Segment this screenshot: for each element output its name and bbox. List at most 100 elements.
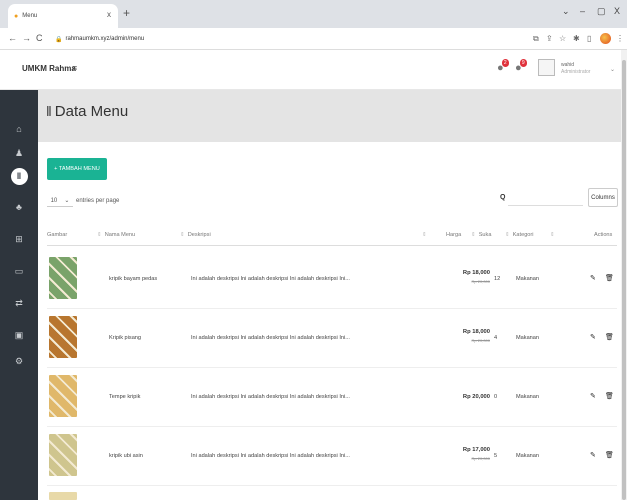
- col-nama-menu[interactable]: ⇕ Nama Menu: [97, 232, 135, 238]
- table-header: Gambar ⇕ Nama Menu ⇕ Deskripsi ⇕ Harga ⇕ Su…: [47, 226, 617, 246]
- col-gambar[interactable]: Gambar: [47, 232, 67, 238]
- sidebar-menu-icon[interactable]: ǁ: [0, 168, 38, 185]
- sidebar-image-icon[interactable]: ▣: [0, 330, 38, 341]
- favicon-icon: ●: [14, 12, 19, 20]
- hamburger-menu-icon[interactable]: ≡: [72, 63, 77, 73]
- tab-close-icon[interactable]: x: [107, 10, 111, 19]
- menu-price: Rp 20,000: [430, 394, 490, 403]
- delete-trash-icon[interactable]: 🗑: [605, 274, 614, 282]
- sidebar-user-icon[interactable]: ♟: [0, 148, 38, 159]
- page-title: ǁ Data Menu: [46, 103, 129, 120]
- edit-pencil-icon[interactable]: ✎: [590, 392, 596, 400]
- menu-name: Tempe kripik: [109, 394, 141, 400]
- back-arrow-icon[interactable]: ←: [8, 33, 17, 43]
- sidebar-transfer-icon[interactable]: ⇄: [0, 298, 38, 309]
- price-original: Rp 20,000: [471, 279, 490, 284]
- price-original: Rp 20,000: [471, 456, 490, 461]
- menu-name: Kripik pisang: [109, 335, 142, 341]
- alert-icon[interactable]: ● 9: [515, 59, 527, 74]
- price-current: Rp 20,000: [462, 394, 490, 400]
- alert-badge: 9: [519, 59, 527, 67]
- delete-trash-icon[interactable]: 🗑: [605, 451, 614, 459]
- sidebar-users-icon[interactable]: ♣: [0, 202, 38, 212]
- sidebar-payment-icon[interactable]: ▭: [0, 266, 38, 277]
- utensils-icon: ǁ: [46, 103, 52, 119]
- menu-category: Makanan: [516, 335, 540, 341]
- col-sort-spacer: ⇕: [422, 232, 427, 238]
- notification-bell-icon[interactable]: ● 2: [497, 59, 509, 74]
- menu-description: Ini adalah deskripsi Ini adalah deskrips…: [191, 453, 350, 459]
- col-actions: Actions: [594, 232, 613, 238]
- lock-icon: 🔒: [55, 36, 63, 43]
- menu-price: Rp 17,000 Rp 20,000: [430, 447, 490, 461]
- edit-pencil-icon[interactable]: ✎: [590, 333, 596, 341]
- menu-category: Makanan: [516, 453, 540, 459]
- brand-name[interactable]: UMKM Rahma: [22, 64, 76, 73]
- menu-category: Makanan: [516, 276, 540, 282]
- browser-tab-bar: ● Menu x + ⌄ – ▢ X: [0, 0, 627, 28]
- profile-avatar-icon[interactable]: [600, 33, 611, 44]
- menu-likes: 5: [494, 453, 498, 459]
- table-row: Kripik pisang Ini adalah deskripsi Ini ad…: [47, 309, 617, 368]
- menu-likes: 12: [494, 276, 501, 282]
- search-icon: Q: [500, 194, 506, 201]
- forward-arrow-icon[interactable]: →: [22, 33, 31, 43]
- edit-pencil-icon[interactable]: ✎: [590, 274, 596, 282]
- menu-description: Ini adalah deskripsi Ini adalah deskrips…: [191, 276, 350, 282]
- share-icon[interactable]: ⇪: [546, 34, 553, 43]
- delete-trash-icon[interactable]: 🗑: [605, 392, 614, 400]
- user-name: wahid: [561, 62, 575, 68]
- menu-price: Rp 18,000 Rp 20,000: [430, 329, 490, 343]
- reload-icon[interactable]: C: [36, 33, 43, 43]
- tab-search-icon[interactable]: ⌄: [562, 6, 570, 17]
- translate-icon[interactable]: ⧉: [533, 34, 539, 44]
- col-kategori[interactable]: ⇕ Kategori: [505, 232, 534, 238]
- search-input[interactable]: [508, 189, 583, 206]
- col-suka[interactable]: ⇕ Suka: [471, 232, 491, 238]
- user-role: Administrator: [561, 69, 591, 75]
- table-row: kripik bayam pedas Ini adalah deskripsi I…: [47, 250, 617, 309]
- edit-pencil-icon[interactable]: ✎: [590, 451, 596, 459]
- sidebar: ⌂ ♟ ǁ ♣ ⊞ ▭ ⇄ ▣ ⚙: [0, 90, 38, 500]
- menu-thumbnail: [49, 492, 77, 500]
- close-window-button[interactable]: X: [614, 6, 620, 16]
- app-top-nav: UMKM Rahma ≡ ● 2 ● 9 wahid Administrator…: [0, 50, 627, 90]
- menu-category: Makanan: [516, 394, 540, 400]
- sidebar-home-icon[interactable]: ⌂: [0, 124, 38, 134]
- browser-tab[interactable]: ● Menu x: [8, 4, 118, 28]
- address-bar-row: ← → C 🔒 rahmaumkm.xyz/admin/menu ⧉ ⇪ ☆ ✱…: [0, 28, 627, 50]
- table-row: Tempe kripik Ini adalah deskripsi Ini ada…: [47, 368, 617, 427]
- user-info[interactable]: wahid Administrator: [561, 62, 590, 76]
- sidebar-toggle-icon[interactable]: ▯: [587, 34, 591, 43]
- entries-select[interactable]: 10 ⌄: [47, 195, 73, 207]
- price-current: Rp 18,000: [462, 329, 490, 335]
- page-scrollbar-thumb[interactable]: [622, 60, 626, 500]
- sidebar-cart-icon[interactable]: ⊞: [0, 234, 38, 245]
- sidebar-settings-icon[interactable]: ⚙: [0, 356, 38, 367]
- price-current: Rp 18,000: [462, 270, 490, 276]
- menu-price: Rp 18,000 Rp 20,000: [430, 270, 490, 284]
- new-tab-button[interactable]: +: [123, 6, 130, 20]
- url-field[interactable]: 🔒 rahmaumkm.xyz/admin/menu: [55, 32, 505, 46]
- bookmark-star-icon[interactable]: ☆: [559, 34, 566, 43]
- maximize-button[interactable]: ▢: [597, 6, 606, 17]
- col-harga[interactable]: Harga: [446, 232, 461, 238]
- menu-thumbnail: [49, 316, 77, 358]
- delete-trash-icon[interactable]: 🗑: [605, 333, 614, 341]
- user-avatar[interactable]: [538, 59, 555, 76]
- page-header: ǁ Data Menu: [38, 90, 627, 142]
- col-deskripsi[interactable]: ⇕ Deskripsi: [180, 232, 211, 238]
- notification-badge: 2: [501, 59, 509, 67]
- browser-menu-icon[interactable]: ⋮: [616, 34, 624, 43]
- tab-title: Menu: [22, 13, 38, 19]
- add-menu-button[interactable]: + TAMBAH MENU: [47, 158, 107, 180]
- user-dropdown-caret-icon[interactable]: ⌄: [610, 66, 615, 73]
- table-row: kripik ubi asin Ini adalah deskripsi Ini …: [47, 427, 617, 486]
- minimize-button[interactable]: –: [580, 6, 585, 16]
- menu-thumbnail: [49, 375, 77, 417]
- extensions-icon[interactable]: ✱: [573, 34, 580, 43]
- price-current: Rp 17,000: [462, 447, 490, 453]
- menu-thumbnail: [49, 257, 77, 299]
- col-sort-icon: ⇕: [550, 232, 555, 238]
- columns-button[interactable]: Columns: [588, 188, 618, 207]
